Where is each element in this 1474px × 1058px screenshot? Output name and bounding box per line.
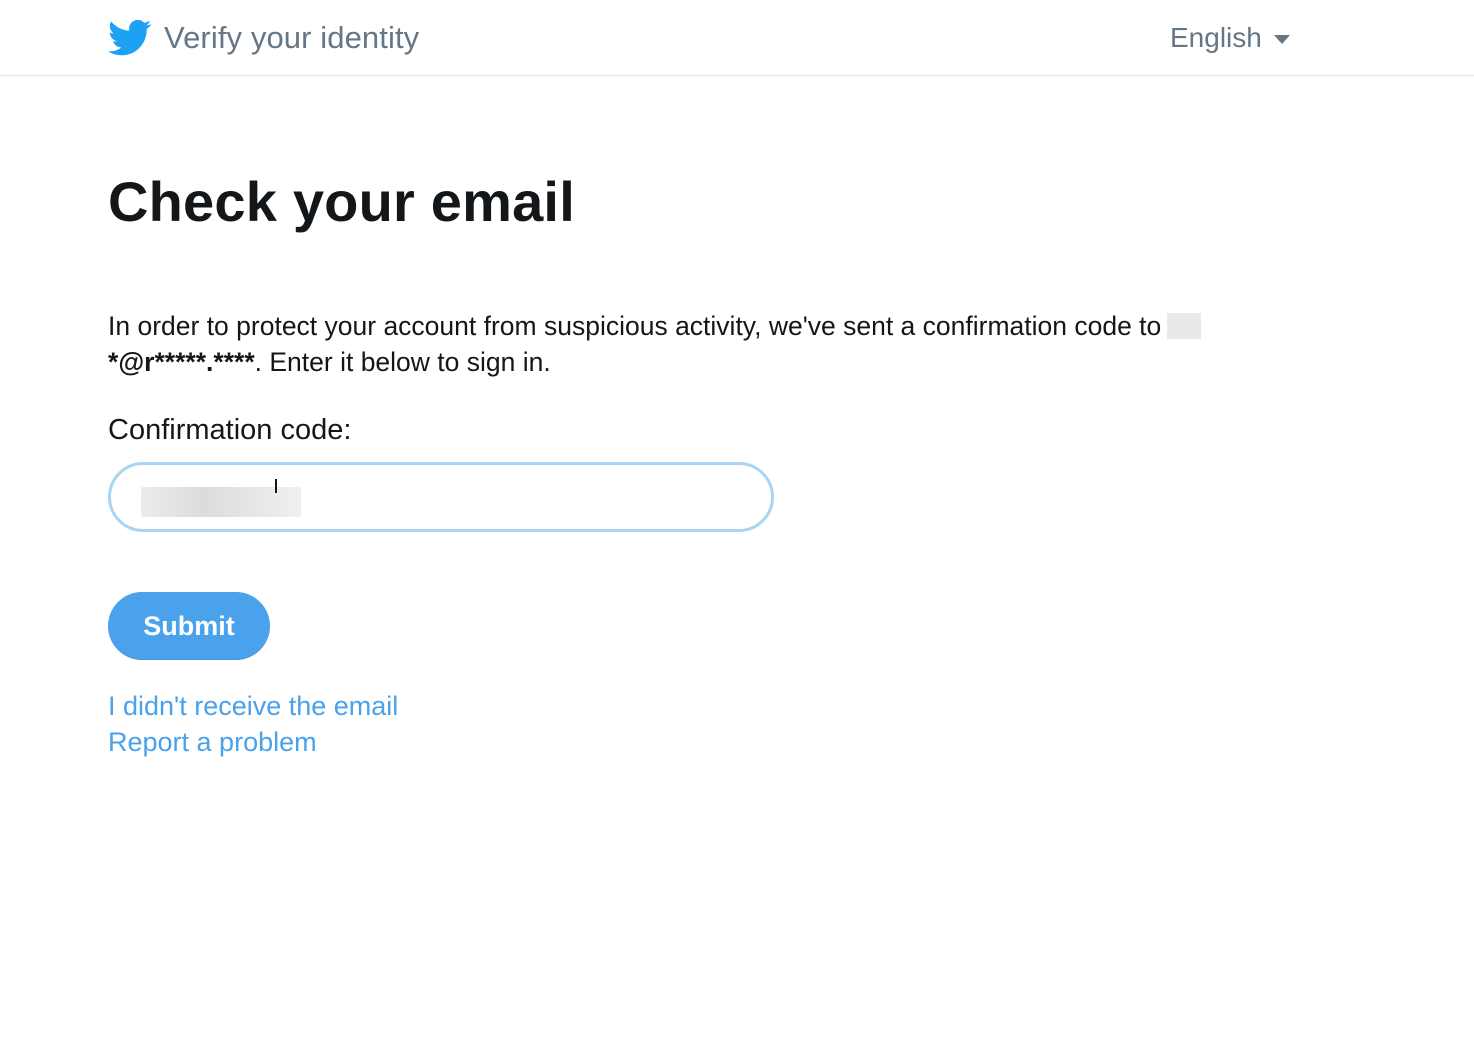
page-title: Check your email bbox=[108, 170, 575, 233]
language-dropdown[interactable]: English bbox=[1170, 18, 1290, 58]
submit-button[interactable]: Submit bbox=[108, 592, 270, 660]
instructions-prefix: In order to protect your account from su… bbox=[108, 311, 1169, 341]
text-cursor bbox=[275, 479, 277, 493]
didnt-receive-email-link[interactable]: I didn't receive the email bbox=[108, 688, 398, 724]
confirmation-code-field[interactable] bbox=[108, 462, 774, 532]
language-label: English bbox=[1170, 22, 1262, 53]
page-header-title: Verify your identity bbox=[164, 20, 420, 55]
masked-email: *@r*****.**** bbox=[108, 347, 255, 377]
report-problem-link[interactable]: Report a problem bbox=[108, 724, 317, 760]
caret-down-icon bbox=[1273, 34, 1290, 44]
instructions-suffix: . Enter it below to sign in. bbox=[254, 347, 551, 377]
help-links: I didn't receive the email Report a prob… bbox=[108, 688, 1308, 760]
instructions-text: In order to protect your account from su… bbox=[108, 308, 1288, 380]
main-content: Check your email In order to protect you… bbox=[108, 160, 1308, 760]
confirmation-code-label: Confirmation code: bbox=[108, 414, 352, 446]
redacted-input-value bbox=[141, 487, 301, 517]
brand: Verify your identity bbox=[108, 16, 419, 60]
twitter-bird-icon[interactable] bbox=[108, 19, 152, 57]
top-bar: Verify your identity English bbox=[0, 0, 1474, 76]
redaction-box bbox=[1166, 313, 1201, 339]
